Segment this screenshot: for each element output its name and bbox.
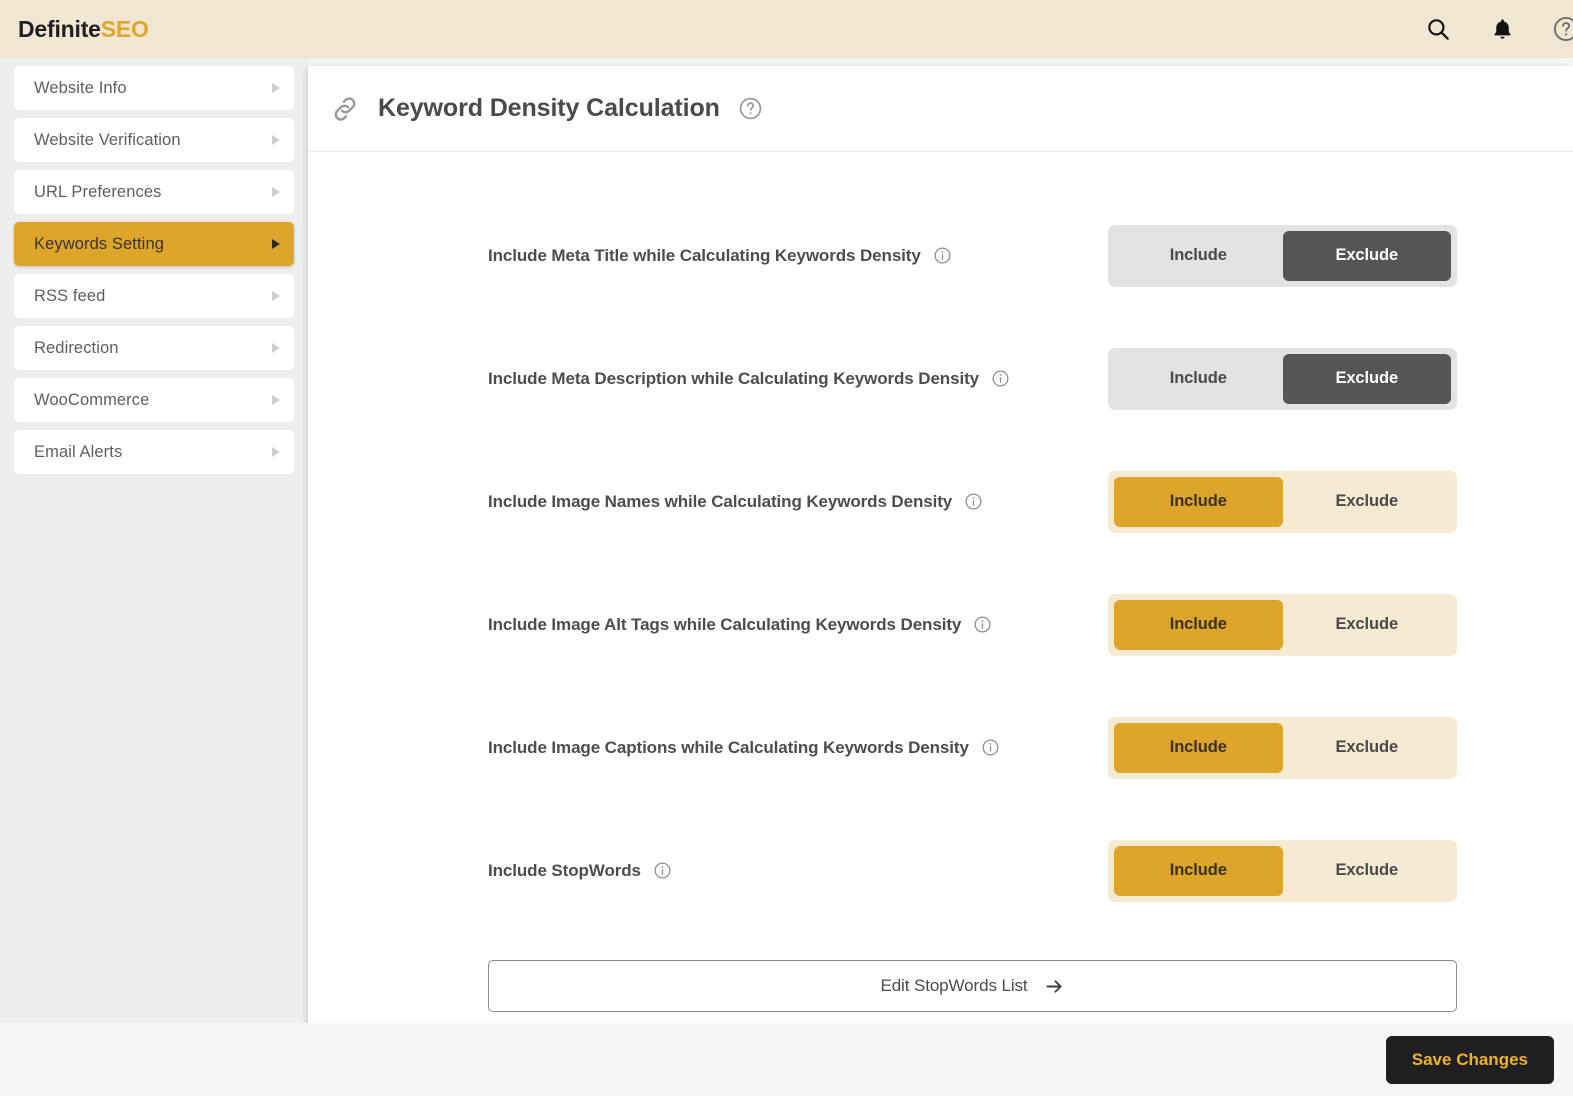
setting-row-image-names: Include Image Names while Calculating Ke… [308,440,1573,563]
setting-row-image-alt-tags: Include Image Alt Tags while Calculating… [308,563,1573,686]
edit-stopwords-label: Edit StopWords List [880,976,1028,995]
help-circle-icon[interactable] [1551,14,1573,44]
sidebar-item-website-verification[interactable]: Website Verification [14,118,294,162]
toggle-option-include[interactable]: Include [1114,231,1283,281]
sidebar-item-label: URL Preferences [34,182,162,201]
toggle-option-exclude[interactable]: Exclude [1283,723,1452,773]
toggle-meta-description[interactable]: Include Exclude [1108,347,1457,410]
sidebar-item-email-alerts[interactable]: Email Alerts [14,430,294,474]
sidebar-item-label: Website Info [34,78,127,97]
chevron-right-icon [272,447,280,457]
settings-rows: Include Meta Title while Calculating Key… [308,152,1573,1012]
save-changes-button[interactable]: Save Changes [1385,1035,1554,1084]
toggle-image-names[interactable]: Include Exclude [1108,470,1457,533]
logo-text-accent: SEO [100,15,149,42]
toggle-stopwords[interactable]: Include Exclude [1108,839,1457,902]
setting-label: Include StopWords [488,860,641,880]
help-circle-icon[interactable] [738,96,763,121]
toggle-image-captions[interactable]: Include Exclude [1108,716,1457,779]
info-icon[interactable] [964,492,983,511]
setting-label-wrap: Include Meta Title while Calculating Key… [488,246,952,266]
sidebar-item-url-preferences[interactable]: URL Preferences [14,170,294,214]
sidebar-item-rss-feed[interactable]: RSS feed [14,274,294,318]
toggle-option-include[interactable]: Include [1114,354,1283,404]
header-actions [1423,14,1573,44]
chevron-right-icon [272,135,280,145]
app-body: Website Info Website Verification URL Pr… [0,58,1573,1096]
main-panel: Keyword Density Calculation Include Meta… [308,66,1573,1031]
info-icon[interactable] [981,738,1000,757]
setting-label: Include Image Alt Tags while Calculating… [488,614,962,634]
chevron-right-icon [272,291,280,301]
chevron-right-icon [272,187,280,197]
setting-label-wrap: Include Image Names while Calculating Ke… [488,492,983,512]
page-title: Keyword Density Calculation [378,94,720,122]
sidebar-nav: Website Info Website Verification URL Pr… [0,58,308,1038]
setting-label-wrap: Include Meta Description while Calculati… [488,369,1010,389]
setting-label: Include Image Captions while Calculating… [488,737,969,757]
info-icon[interactable] [991,369,1010,388]
app-header: DefiniteSEO [0,0,1573,58]
toggle-option-include[interactable]: Include [1114,845,1283,896]
logo-text-primary: Definite [18,15,101,42]
link-icon [330,94,360,124]
arrow-right-icon [1044,976,1065,997]
toggle-option-exclude[interactable]: Exclude [1282,353,1451,404]
chevron-right-icon [272,395,280,405]
panel-header: Keyword Density Calculation [308,66,1573,152]
search-icon[interactable] [1423,14,1453,44]
chevron-right-icon [272,83,280,93]
toggle-option-exclude[interactable]: Exclude [1282,230,1451,281]
sidebar-item-label: Website Verification [34,130,181,149]
setting-label: Include Image Names while Calculating Ke… [488,491,953,511]
setting-row-image-captions: Include Image Captions while Calculating… [308,686,1573,809]
sidebar-item-label: Keywords Setting [34,234,164,253]
setting-row-stopwords: Include StopWords Include Exclude [308,809,1573,932]
info-icon[interactable] [653,861,672,880]
edit-stopwords-list-button[interactable]: Edit StopWords List [488,960,1457,1012]
toggle-image-alt-tags[interactable]: Include Exclude [1108,593,1457,656]
sidebar-item-website-info[interactable]: Website Info [14,66,294,110]
toggle-option-include[interactable]: Include [1114,722,1283,773]
chevron-right-icon [272,239,280,249]
app-logo[interactable]: DefiniteSEO [18,16,149,43]
info-icon[interactable] [973,615,992,634]
setting-row-meta-title: Include Meta Title while Calculating Key… [308,194,1573,317]
footer-bar: Save Changes [0,1023,1573,1096]
chevron-right-icon [272,343,280,353]
toggle-option-exclude[interactable]: Exclude [1283,477,1452,527]
toggle-meta-title[interactable]: Include Exclude [1108,224,1457,287]
sidebar-item-label: RSS feed [34,286,106,305]
sidebar-item-woocommerce[interactable]: WooCommerce [14,378,294,422]
sidebar-item-redirection[interactable]: Redirection [14,326,294,370]
toggle-option-exclude[interactable]: Exclude [1283,600,1452,650]
toggle-option-include[interactable]: Include [1114,476,1283,527]
setting-label-wrap: Include Image Captions while Calculating… [488,738,1000,758]
bell-icon[interactable] [1487,14,1517,44]
sidebar-item-label: Redirection [34,338,119,357]
info-icon[interactable] [933,246,952,265]
sidebar-item-label: WooCommerce [34,390,150,409]
setting-label-wrap: Include Image Alt Tags while Calculating… [488,615,992,635]
setting-label: Include Meta Description while Calculati… [488,368,979,388]
sidebar-item-label: Email Alerts [34,442,123,461]
setting-label: Include Meta Title while Calculating Key… [488,245,921,265]
stopwords-button-wrap: Edit StopWords List [308,932,1573,1012]
toggle-option-include[interactable]: Include [1114,599,1283,650]
sidebar-item-keywords-setting[interactable]: Keywords Setting [14,222,294,266]
toggle-option-exclude[interactable]: Exclude [1283,846,1452,896]
setting-row-meta-description: Include Meta Description while Calculati… [308,317,1573,440]
setting-label-wrap: Include StopWords [488,861,672,881]
